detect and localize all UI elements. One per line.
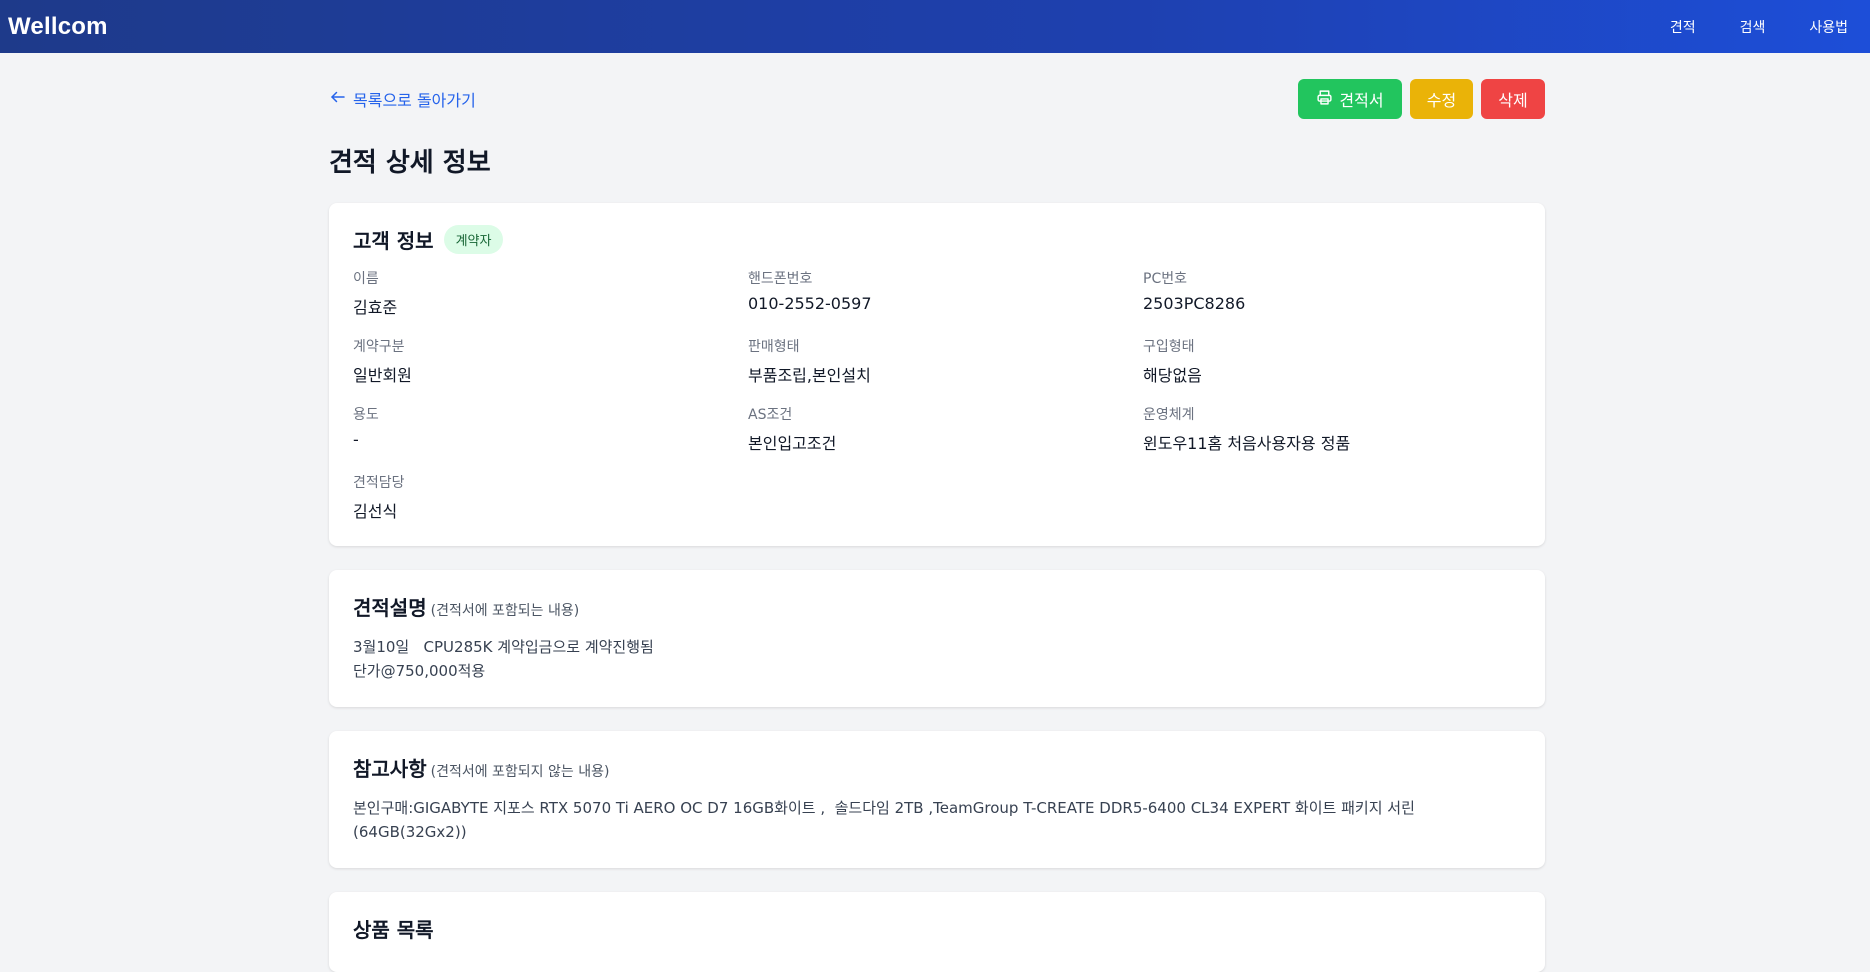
nav-link-estimate[interactable]: 견적 bbox=[1670, 17, 1696, 37]
customer-info-card: 고객 정보 계약자 이름 김효준 핸드폰번호 010-2552-0597 PC번… bbox=[329, 203, 1545, 546]
field-value: 본인입고조건 bbox=[748, 434, 837, 453]
field-sales-type: 판매형태 부품조립,본인설치 bbox=[748, 336, 1143, 386]
field-label: 핸드폰번호 bbox=[748, 271, 813, 287]
field-os: 운영체계 윈도우11홈 처음사용자용 정품 bbox=[1143, 404, 1521, 454]
field-value: 김선식 bbox=[353, 502, 398, 521]
description-text: 3월10일 CPU285K 계약입금으로 계약진행됨 단가@750,000적용 bbox=[353, 638, 654, 680]
field-label: 견적담당 bbox=[353, 475, 405, 491]
notes-title-text: 참고사항 bbox=[353, 757, 427, 781]
field-contract-type: 계약구분 일반회원 bbox=[353, 336, 748, 386]
field-phone: 핸드폰번호 010-2552-0597 bbox=[748, 268, 1143, 318]
notes-text: 본인구매:GIGABYTE 지포스 RTX 5070 Ti AERO OC D7… bbox=[353, 799, 1415, 841]
product-list-card: 상품 목록 bbox=[329, 892, 1545, 972]
top-navbar: Wellcom 견적 검색 사용법 bbox=[0, 0, 1870, 53]
field-label: 계약구분 bbox=[353, 339, 405, 355]
main-content: 목록으로 돌아가기 견적서 수정 삭제 견적 상세 정보 고객 정보 계약자 이… bbox=[329, 53, 1545, 972]
description-subtitle: (견적서에 포함되는 내용) bbox=[430, 603, 580, 619]
print-estimate-button[interactable]: 견적서 bbox=[1298, 79, 1402, 119]
nav-link-usage[interactable]: 사용법 bbox=[1809, 17, 1848, 37]
field-value: 일반회원 bbox=[353, 366, 412, 385]
field-value: 김효준 bbox=[353, 298, 398, 317]
action-buttons: 견적서 수정 삭제 bbox=[1298, 79, 1545, 119]
field-usage: 용도 - bbox=[353, 404, 748, 454]
field-value: 부품조립,본인설치 bbox=[748, 366, 871, 385]
notes-card-title: 참고사항 (견적서에 포함되지 않는 내용) bbox=[353, 753, 609, 782]
field-value: 010-2552-0597 bbox=[748, 294, 872, 313]
nav-link-search[interactable]: 검색 bbox=[1740, 17, 1766, 37]
back-to-list-link[interactable]: 목록으로 돌아가기 bbox=[329, 87, 476, 111]
field-label: 이름 bbox=[353, 271, 379, 287]
reference-notes-card: 참고사항 (견적서에 포함되지 않는 내용) 본인구매:GIGABYTE 지포스 … bbox=[329, 731, 1545, 868]
description-card-header: 견적설명 (견적서에 포함되는 내용) bbox=[353, 592, 1521, 621]
print-button-label: 견적서 bbox=[1339, 91, 1384, 110]
field-label: 운영체계 bbox=[1143, 407, 1195, 423]
field-as-condition: AS조건 본인입고조건 bbox=[748, 404, 1143, 454]
field-label: PC번호 bbox=[1143, 271, 1187, 287]
description-title-text: 견적설명 bbox=[353, 596, 427, 620]
back-link-label: 목록으로 돌아가기 bbox=[353, 91, 476, 110]
field-label: 판매형태 bbox=[748, 339, 800, 355]
field-label: AS조건 bbox=[748, 407, 793, 423]
field-pc-number: PC번호 2503PC8286 bbox=[1143, 268, 1521, 318]
arrow-left-icon bbox=[329, 88, 347, 110]
field-value: 2503PC8286 bbox=[1143, 294, 1246, 313]
delete-button[interactable]: 삭제 bbox=[1481, 79, 1545, 119]
notes-subtitle: (견적서에 포함되지 않는 내용) bbox=[430, 764, 610, 780]
field-name: 이름 김효준 bbox=[353, 268, 748, 318]
field-value: - bbox=[353, 430, 359, 449]
edit-button[interactable]: 수정 bbox=[1410, 79, 1473, 119]
products-card-title: 상품 목록 bbox=[353, 918, 434, 942]
description-card-title: 견적설명 (견적서에 포함되는 내용) bbox=[353, 592, 579, 621]
field-value: 해당없음 bbox=[1143, 366, 1202, 385]
brand-logo[interactable]: Wellcom bbox=[8, 13, 108, 41]
field-label: 용도 bbox=[353, 407, 379, 423]
estimate-description-card: 견적설명 (견적서에 포함되는 내용) 3월10일 CPU285K 계약입금으로 … bbox=[329, 570, 1545, 707]
nav-links: 견적 검색 사용법 bbox=[1670, 17, 1848, 37]
field-value: 윈도우11홈 처음사용자용 정품 bbox=[1143, 434, 1351, 453]
products-card-header: 상품 목록 bbox=[353, 914, 1521, 943]
customer-fields-grid: 이름 김효준 핸드폰번호 010-2552-0597 PC번호 2503PC82… bbox=[353, 268, 1521, 522]
page-title: 견적 상세 정보 bbox=[329, 148, 491, 178]
customer-card-header: 고객 정보 계약자 bbox=[353, 225, 1521, 254]
field-estimate-manager: 견적담당 김선식 bbox=[353, 472, 748, 522]
printer-icon bbox=[1316, 89, 1333, 110]
notes-card-header: 참고사항 (견적서에 포함되지 않는 내용) bbox=[353, 753, 1521, 782]
field-purchase-type: 구입형태 해당없음 bbox=[1143, 336, 1521, 386]
action-bar: 목록으로 돌아가기 견적서 수정 삭제 bbox=[329, 53, 1545, 157]
contract-status-badge: 계약자 bbox=[443, 225, 504, 254]
customer-card-title: 고객 정보 bbox=[353, 229, 434, 253]
field-label: 구입형태 bbox=[1143, 339, 1195, 355]
